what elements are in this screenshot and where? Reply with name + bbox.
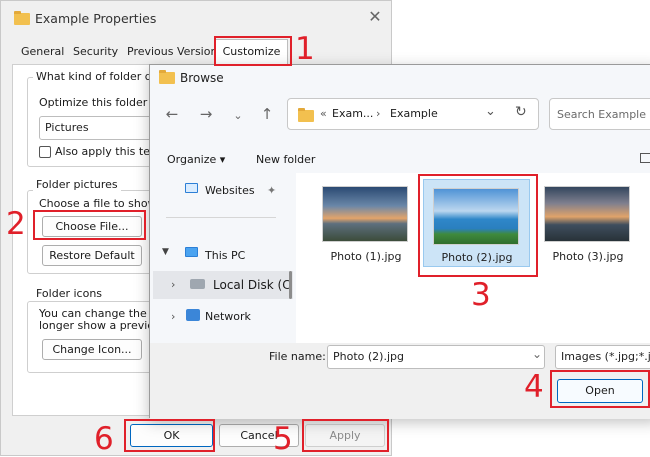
folder-pictures-group-label: Folder pictures [33, 178, 121, 191]
tab-security[interactable]: Security [68, 42, 123, 64]
view-options-icon[interactable] [640, 153, 650, 163]
file-item[interactable]: Photo (3).jpg [543, 185, 633, 265]
apply-subfolders-checkbox[interactable] [39, 146, 51, 158]
annotation-box-choose-file [33, 210, 146, 240]
address-bar[interactable]: « Exam... › Example ⌄ ↻ [287, 98, 539, 130]
annotation-number-2: 2 [6, 206, 26, 242]
chevron-right-icon: › [376, 107, 381, 120]
annotation-number-6: 6 [94, 421, 114, 457]
photo-thumbnail [322, 186, 408, 242]
annotation-box-photo [418, 174, 538, 277]
search-placeholder: Search Example [557, 108, 647, 121]
file-name-input[interactable]: Photo (2).jpg [327, 345, 545, 369]
nav-item-this-pc[interactable]: This PC [205, 249, 245, 262]
close-icon[interactable]: ✕ [365, 7, 385, 26]
nav-item-network[interactable]: Network [205, 310, 251, 323]
up-arrow-icon[interactable]: ↑ [257, 105, 277, 123]
pin-icon: ✦ [267, 184, 277, 197]
nav-divider [166, 217, 276, 218]
file-name-label: Photo (1).jpg [330, 250, 402, 263]
file-type-select[interactable]: Images (*.jpg;*.jp [555, 345, 650, 369]
browse-title: Browse [180, 71, 224, 85]
chevron-down-icon[interactable]: ⌄ [228, 109, 248, 122]
chevron-down-icon[interactable]: ▼ [162, 247, 169, 257]
properties-title: Example Properties [35, 11, 157, 26]
folder-icons-group-label: Folder icons [33, 287, 106, 300]
choose-file-text: Choose a file to show o [39, 197, 167, 210]
refresh-icon[interactable]: ↻ [515, 104, 527, 120]
nav-item-websites[interactable]: Websites [205, 184, 255, 197]
monitor-icon [185, 183, 198, 193]
nav-item-local-disk[interactable]: Local Disk (C [213, 278, 291, 292]
address-crumb-2[interactable]: Example [390, 107, 438, 120]
tab-previous-versions[interactable]: Previous Versions [122, 42, 228, 64]
browse-titlebar: Browse [150, 65, 650, 91]
annotation-number-3: 3 [471, 277, 491, 313]
forward-arrow-icon[interactable]: → [196, 105, 216, 123]
disk-icon [190, 279, 205, 289]
photo-thumbnail [544, 186, 630, 242]
file-name-field-label: File name: [269, 350, 326, 363]
annotation-box-apply [302, 419, 389, 452]
monitor-icon [185, 247, 198, 257]
annotation-box-open [550, 370, 650, 408]
annotation-box-customize [214, 36, 292, 66]
address-overflow[interactable]: « [320, 107, 327, 120]
change-icon-button[interactable]: Change Icon... [42, 339, 142, 360]
folder-icon [14, 11, 30, 25]
folder-icon [298, 108, 314, 122]
annotation-number-1: 1 [295, 31, 315, 67]
organize-menu[interactable]: Organize ▾ [167, 153, 225, 166]
new-folder-button[interactable]: New folder [256, 153, 315, 166]
address-crumb-1[interactable]: Exam... [332, 107, 373, 120]
file-item[interactable]: Photo (1).jpg [321, 185, 411, 265]
restore-default-button[interactable]: Restore Default [42, 245, 142, 266]
chevron-right-icon[interactable]: › [171, 278, 175, 291]
tab-general[interactable]: General [16, 42, 69, 64]
folder-icon [159, 70, 175, 84]
search-input[interactable]: Search Example [549, 98, 650, 130]
back-arrow-icon[interactable]: ← [162, 105, 182, 123]
folder-icons-text-2: longer show a preview [39, 319, 164, 332]
navigation-pane: Websites ✦ ▼ This PC › Local Disk (C › N… [150, 173, 296, 343]
network-icon [186, 309, 200, 321]
file-name-label: Photo (3).jpg [552, 250, 624, 263]
annotation-box-ok [124, 419, 215, 452]
annotation-number-4: 4 [524, 369, 544, 405]
chevron-right-icon[interactable]: › [171, 310, 175, 323]
chevron-down-icon[interactable]: ⌄ [485, 104, 496, 119]
nav-scrollbar[interactable] [289, 271, 292, 299]
chevron-down-icon[interactable]: ⌄ [532, 347, 542, 361]
annotation-number-5: 5 [273, 421, 293, 457]
browse-dialog: Browse ← → ⌄ ↑ « Exam... › Example ⌄ ↻ S… [149, 64, 650, 419]
